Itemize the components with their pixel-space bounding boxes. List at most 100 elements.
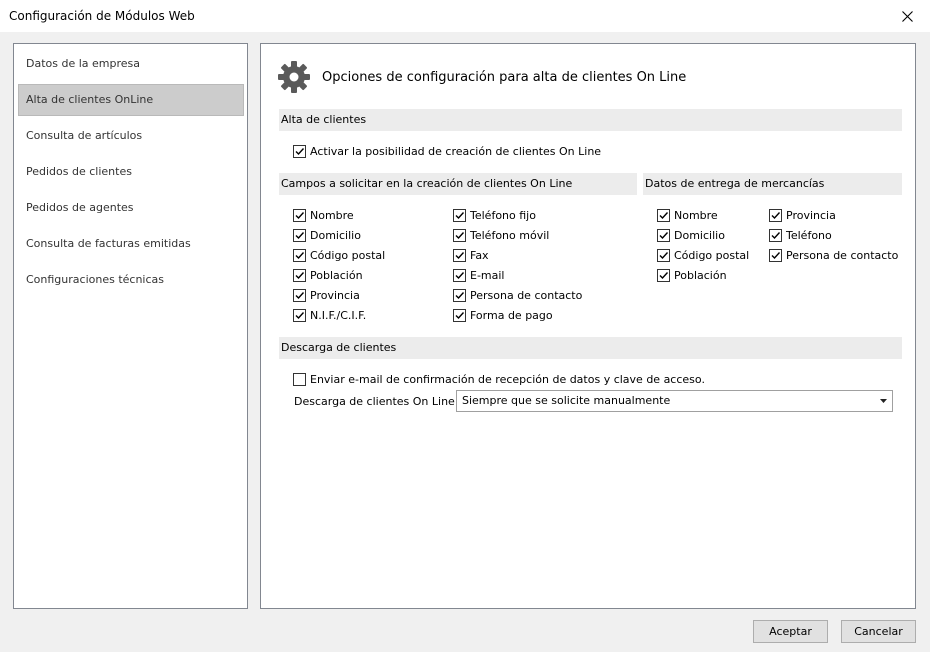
nav-item-pedidos-clientes[interactable]: Pedidos de clientes	[18, 156, 244, 188]
checkbox-label: Provincia	[310, 288, 360, 302]
section-entrega: Datos de entrega de mercancías	[643, 173, 902, 195]
descarga-select-label: Descarga de clientes On Line:	[294, 395, 459, 408]
campo-telefono-movil-checkbox[interactable]: Teléfono móvil	[453, 227, 549, 243]
check-icon	[295, 291, 305, 299]
title-bar: Configuración de Módulos Web	[0, 0, 930, 32]
check-icon	[455, 211, 465, 219]
checkbox-box	[293, 372, 306, 386]
section-title: Descarga de clientes	[281, 341, 397, 354]
check-icon	[659, 251, 669, 259]
campo-nombre-checkbox[interactable]: Nombre	[293, 207, 354, 223]
entrega-persona-contacto-checkbox[interactable]: Persona de contacto	[769, 247, 898, 263]
checkbox-label: Activar la posibilidad de creación de cl…	[310, 144, 602, 158]
checkbox-label: Población	[310, 268, 363, 282]
campo-forma-pago-checkbox[interactable]: Forma de pago	[453, 307, 553, 323]
section-alta-clientes: Alta de clientes	[279, 109, 902, 131]
entrega-domicilio-checkbox[interactable]: Domicilio	[657, 227, 725, 243]
check-icon	[295, 271, 305, 279]
checkbox-label: Población	[674, 268, 727, 282]
enviar-email-checkbox[interactable]: Enviar e-mail de confirmación de recepci…	[293, 371, 705, 387]
cancel-button[interactable]: Cancelar	[841, 620, 916, 643]
checkbox-box	[769, 228, 782, 242]
check-icon	[771, 211, 781, 219]
campo-domicilio-checkbox[interactable]: Domicilio	[293, 227, 361, 243]
check-icon	[659, 231, 669, 239]
checkbox-label: Persona de contacto	[470, 288, 583, 302]
check-icon	[771, 231, 781, 239]
accept-button[interactable]: Aceptar	[753, 620, 828, 643]
nav-item-label: Alta de clientes OnLine	[26, 93, 154, 106]
checkbox-label: Provincia	[786, 208, 836, 222]
nav-item-consulta-facturas[interactable]: Consulta de facturas emitidas	[18, 228, 244, 260]
campo-fax-checkbox[interactable]: Fax	[453, 247, 489, 263]
check-icon	[295, 251, 305, 259]
campo-email-checkbox[interactable]: E-mail	[453, 267, 505, 283]
nav-item-label: Datos de la empresa	[26, 57, 141, 70]
campo-telefono-fijo-checkbox[interactable]: Teléfono fijo	[453, 207, 536, 223]
nav-item-label: Consulta de artículos	[26, 129, 143, 142]
check-icon	[295, 211, 305, 219]
checkbox-box	[453, 248, 466, 262]
nav-item-pedidos-agentes[interactable]: Pedidos de agentes	[18, 192, 244, 224]
entrega-poblacion-checkbox[interactable]: Población	[657, 267, 727, 283]
checkbox-box	[453, 208, 466, 222]
campo-nif-checkbox[interactable]: N.I.F./C.I.F.	[293, 307, 366, 323]
entrega-telefono-checkbox[interactable]: Teléfono	[769, 227, 832, 243]
checkbox-label: Nombre	[674, 208, 718, 222]
nav-item-consulta-articulos[interactable]: Consulta de artículos	[18, 120, 244, 152]
section-campos: Campos a solicitar en la creación de cli…	[279, 173, 637, 195]
gear-icon	[278, 61, 310, 93]
checkbox-label: Teléfono móvil	[470, 228, 550, 242]
section-descarga: Descarga de clientes	[279, 337, 902, 359]
nav-item-datos-empresa[interactable]: Datos de la empresa	[18, 48, 244, 80]
checkbox-box	[293, 248, 306, 262]
nav-item-alta-clientes[interactable]: Alta de clientes OnLine	[18, 84, 244, 116]
descarga-select-value: Siempre que se solicite manualmente	[462, 394, 671, 407]
nav-item-label: Pedidos de clientes	[26, 165, 132, 178]
activar-checkbox[interactable]: Activar la posibilidad de creación de cl…	[293, 143, 601, 159]
checkbox-label: Domicilio	[674, 228, 725, 242]
entrega-provincia-checkbox[interactable]: Provincia	[769, 207, 836, 223]
section-title: Campos a solicitar en la creación de cli…	[281, 177, 573, 190]
checkbox-box	[769, 208, 782, 222]
check-icon	[455, 291, 465, 299]
nav-item-label: Pedidos de agentes	[26, 201, 134, 214]
close-button[interactable]	[884, 0, 930, 32]
section-title: Datos de entrega de mercancías	[645, 177, 825, 190]
window-title: Configuración de Módulos Web	[9, 9, 195, 23]
entrega-nombre-checkbox[interactable]: Nombre	[657, 207, 718, 223]
checkbox-box	[769, 248, 782, 262]
checkbox-box	[657, 228, 670, 242]
check-icon	[455, 231, 465, 239]
checkbox-box	[657, 208, 670, 222]
checkbox-box	[293, 308, 306, 322]
nav-item-configuraciones-tecnicas[interactable]: Configuraciones técnicas	[18, 264, 244, 296]
section-title: Alta de clientes	[281, 113, 367, 126]
checkbox-box	[293, 288, 306, 302]
checkbox-label: Teléfono fijo	[470, 208, 536, 222]
close-icon	[901, 10, 913, 22]
checkbox-label: E-mail	[470, 268, 505, 282]
check-icon	[659, 211, 669, 219]
checkbox-label: Forma de pago	[470, 308, 553, 322]
campo-persona-contacto-checkbox[interactable]: Persona de contacto	[453, 287, 582, 303]
campo-codigo-postal-checkbox[interactable]: Código postal	[293, 247, 385, 263]
check-icon	[455, 271, 465, 279]
nav-item-label: Configuraciones técnicas	[26, 273, 165, 286]
entrega-codigo-postal-checkbox[interactable]: Código postal	[657, 247, 749, 263]
check-icon	[295, 147, 305, 155]
checkbox-label: Domicilio	[310, 228, 361, 242]
checkbox-box	[657, 248, 670, 262]
campo-provincia-checkbox[interactable]: Provincia	[293, 287, 360, 303]
checkbox-label: N.I.F./C.I.F.	[310, 308, 367, 322]
checkbox-label: Nombre	[310, 208, 354, 222]
check-icon	[455, 311, 465, 319]
checkbox-label: Teléfono	[786, 228, 832, 242]
check-icon	[295, 311, 305, 319]
campo-poblacion-checkbox[interactable]: Población	[293, 267, 363, 283]
descarga-select[interactable]: Siempre que se solicite manualmente	[456, 390, 893, 412]
checkbox-box	[453, 288, 466, 302]
checkbox-box	[657, 268, 670, 282]
check-icon	[659, 271, 669, 279]
dropdown-arrow-icon[interactable]	[875, 391, 892, 411]
